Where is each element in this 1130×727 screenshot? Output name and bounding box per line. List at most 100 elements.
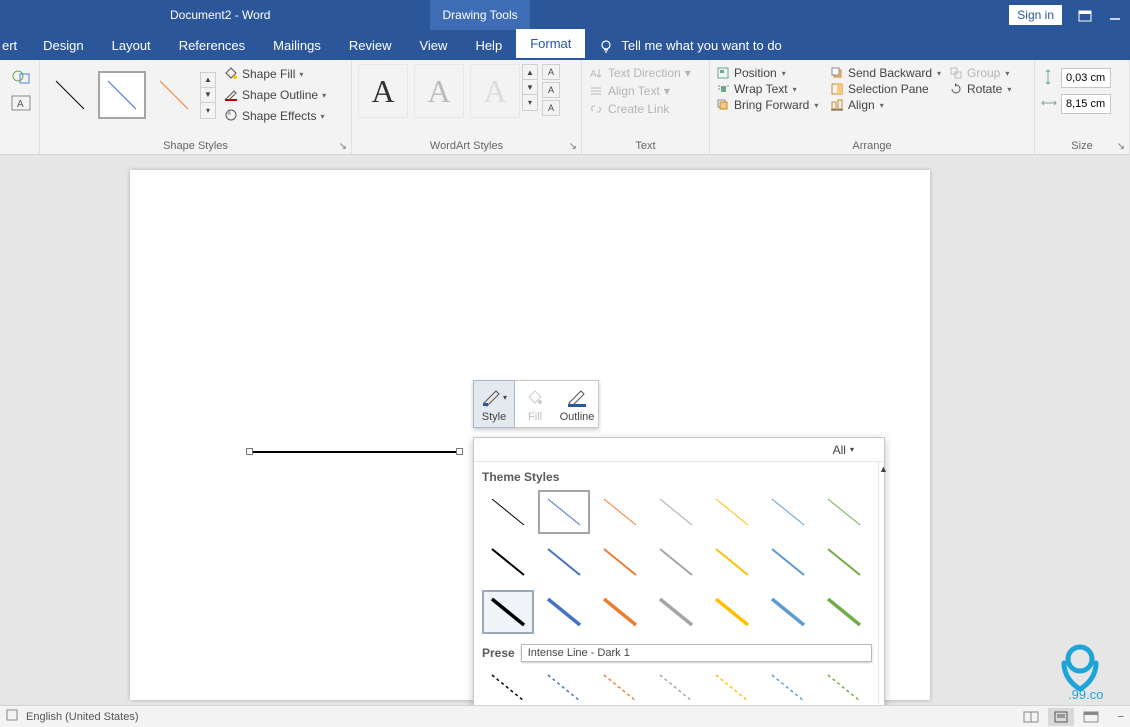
theme-swatch-r1-c3[interactable]: [650, 540, 702, 584]
theme-swatch-r2-c6[interactable]: [818, 590, 870, 634]
tab-view[interactable]: View: [405, 31, 461, 60]
text-outline-button[interactable]: A: [542, 82, 560, 98]
status-indicator-icon[interactable]: [6, 709, 18, 724]
selection-pane-button[interactable]: Selection Pane: [830, 82, 945, 96]
theme-swatch-r0-c6[interactable]: [818, 490, 870, 534]
wordart-more[interactable]: ▾: [523, 95, 537, 110]
shape-style-thumb-3[interactable]: [150, 71, 198, 119]
preset-swatch-2[interactable]: [594, 666, 646, 710]
position-button[interactable]: Position▾: [716, 66, 826, 80]
theme-swatch-r2-c2[interactable]: [594, 590, 646, 634]
gallery-more[interactable]: ▾: [201, 103, 215, 118]
theme-swatch-r1-c6[interactable]: [818, 540, 870, 584]
mini-style-button[interactable]: ▾ Style: [473, 380, 515, 428]
tab-mailings[interactable]: Mailings: [259, 31, 335, 60]
minimize-button[interactable]: [1100, 8, 1130, 22]
shape-outline-button[interactable]: Shape Outline▾: [222, 86, 328, 105]
theme-swatch-r1-c1[interactable]: [538, 540, 590, 584]
scroll-up[interactable]: ▲: [879, 464, 888, 474]
theme-swatch-r2-c3[interactable]: [650, 590, 702, 634]
theme-swatch-r0-c4[interactable]: [706, 490, 758, 534]
theme-swatch-r1-c5[interactable]: [762, 540, 814, 584]
tab-format[interactable]: Format: [516, 29, 585, 60]
shape-effects-button[interactable]: Shape Effects▾: [222, 107, 328, 126]
shape-style-thumb-1[interactable]: [46, 71, 94, 119]
zoom-out[interactable]: −: [1118, 711, 1124, 723]
align-text-button[interactable]: Align Text▾: [588, 84, 691, 98]
theme-swatch-r2-c1[interactable]: [538, 590, 590, 634]
tab-references[interactable]: References: [165, 31, 259, 60]
draw-text-box-button[interactable]: A: [8, 92, 34, 114]
signin-button[interactable]: Sign in: [1009, 5, 1062, 25]
wordart-thumb-1[interactable]: A: [358, 64, 408, 118]
view-print-layout[interactable]: [1048, 708, 1074, 726]
gallery-filter-all[interactable]: All: [833, 443, 846, 457]
gallery-row-down[interactable]: ▼: [201, 88, 215, 103]
height-input[interactable]: [1061, 68, 1111, 88]
line-handle-end[interactable]: [456, 448, 463, 455]
shape-fill-button[interactable]: Shape Fill▾: [222, 65, 328, 84]
rotate-button[interactable]: Rotate▾: [949, 82, 1039, 96]
status-language[interactable]: English (United States): [26, 711, 139, 723]
theme-swatch-r2-c0[interactable]: [482, 590, 534, 634]
selected-line-shape[interactable]: [250, 451, 460, 453]
tab-review[interactable]: Review: [335, 31, 406, 60]
wordart-gallery[interactable]: A A A: [358, 64, 520, 118]
wordart-row-down[interactable]: ▼: [523, 80, 537, 95]
view-read-mode[interactable]: [1018, 708, 1044, 726]
wordart-gallery-spinner[interactable]: ▲ ▼ ▾: [522, 64, 538, 111]
tab-insert-truncated[interactable]: ert: [0, 31, 29, 60]
wordart-thumb-3[interactable]: A: [470, 64, 520, 118]
preset-swatch-0[interactable]: [482, 666, 534, 710]
tab-help[interactable]: Help: [461, 31, 516, 60]
mini-fill-button[interactable]: Fill: [514, 381, 556, 427]
document-area[interactable]: ▾ Style Fill Outline All▾ Theme Styles P…: [0, 155, 1130, 705]
pen-outline-icon: [224, 87, 238, 104]
theme-swatch-r0-c0[interactable]: [482, 490, 534, 534]
ribbon-display-button[interactable]: [1070, 8, 1100, 22]
theme-swatch-r1-c2[interactable]: [594, 540, 646, 584]
tell-me-search[interactable]: Tell me what you want to do: [585, 31, 795, 60]
theme-swatch-r2-c4[interactable]: [706, 590, 758, 634]
preset-swatch-5[interactable]: [762, 666, 814, 710]
send-backward-button[interactable]: Send Backward▾: [830, 66, 945, 80]
text-effects-button[interactable]: A: [542, 100, 560, 116]
align-objects-button[interactable]: Align▾: [830, 98, 945, 112]
theme-swatch-r1-c4[interactable]: [706, 540, 758, 584]
shape-styles-launcher[interactable]: ↘: [339, 141, 347, 152]
create-link-button[interactable]: Create Link: [588, 102, 691, 116]
preset-swatch-1[interactable]: [538, 666, 590, 710]
wordart-launcher[interactable]: ↘: [569, 141, 577, 152]
preset-swatch-3[interactable]: [650, 666, 702, 710]
shape-style-thumb-2[interactable]: [98, 71, 146, 119]
tab-layout[interactable]: Layout: [98, 31, 165, 60]
theme-swatch-r0-c5[interactable]: [762, 490, 814, 534]
preset-swatch-4[interactable]: [706, 666, 758, 710]
preset-swatch-6[interactable]: [818, 666, 870, 710]
size-launcher[interactable]: ↘: [1117, 141, 1125, 152]
gallery-row-up[interactable]: ▲: [201, 73, 215, 88]
theme-swatch-r0-c3[interactable]: [650, 490, 702, 534]
width-input[interactable]: [1061, 94, 1111, 114]
group-button[interactable]: Group▾: [949, 66, 1039, 80]
status-bar: English (United States) −: [0, 705, 1130, 727]
text-direction-button[interactable]: A Text Direction▾: [588, 66, 691, 80]
send-backward-icon: [830, 67, 844, 79]
wrap-text-button[interactable]: Wrap Text▾: [716, 82, 826, 96]
tab-design[interactable]: Design: [29, 31, 97, 60]
bring-forward-button[interactable]: Bring Forward▾: [716, 98, 826, 112]
theme-swatch-r0-c2[interactable]: [594, 490, 646, 534]
theme-swatch-r1-c0[interactable]: [482, 540, 534, 584]
wordart-row-up[interactable]: ▲: [523, 65, 537, 80]
theme-swatch-r0-c1[interactable]: [538, 490, 590, 534]
line-handle-start[interactable]: [246, 448, 253, 455]
shape-style-gallery[interactable]: [46, 71, 198, 119]
shapes-gallery-button[interactable]: [8, 66, 34, 88]
mini-outline-button[interactable]: Outline: [556, 381, 598, 427]
wordart-thumb-2[interactable]: A: [414, 64, 464, 118]
shape-style-gallery-spinner[interactable]: ▲ ▼ ▾: [200, 72, 216, 119]
theme-swatch-r2-c5[interactable]: [762, 590, 814, 634]
gallery-scrollbar[interactable]: ▲ ▼: [878, 462, 888, 718]
view-web-layout[interactable]: [1078, 708, 1104, 726]
text-fill-button[interactable]: A: [542, 64, 560, 80]
